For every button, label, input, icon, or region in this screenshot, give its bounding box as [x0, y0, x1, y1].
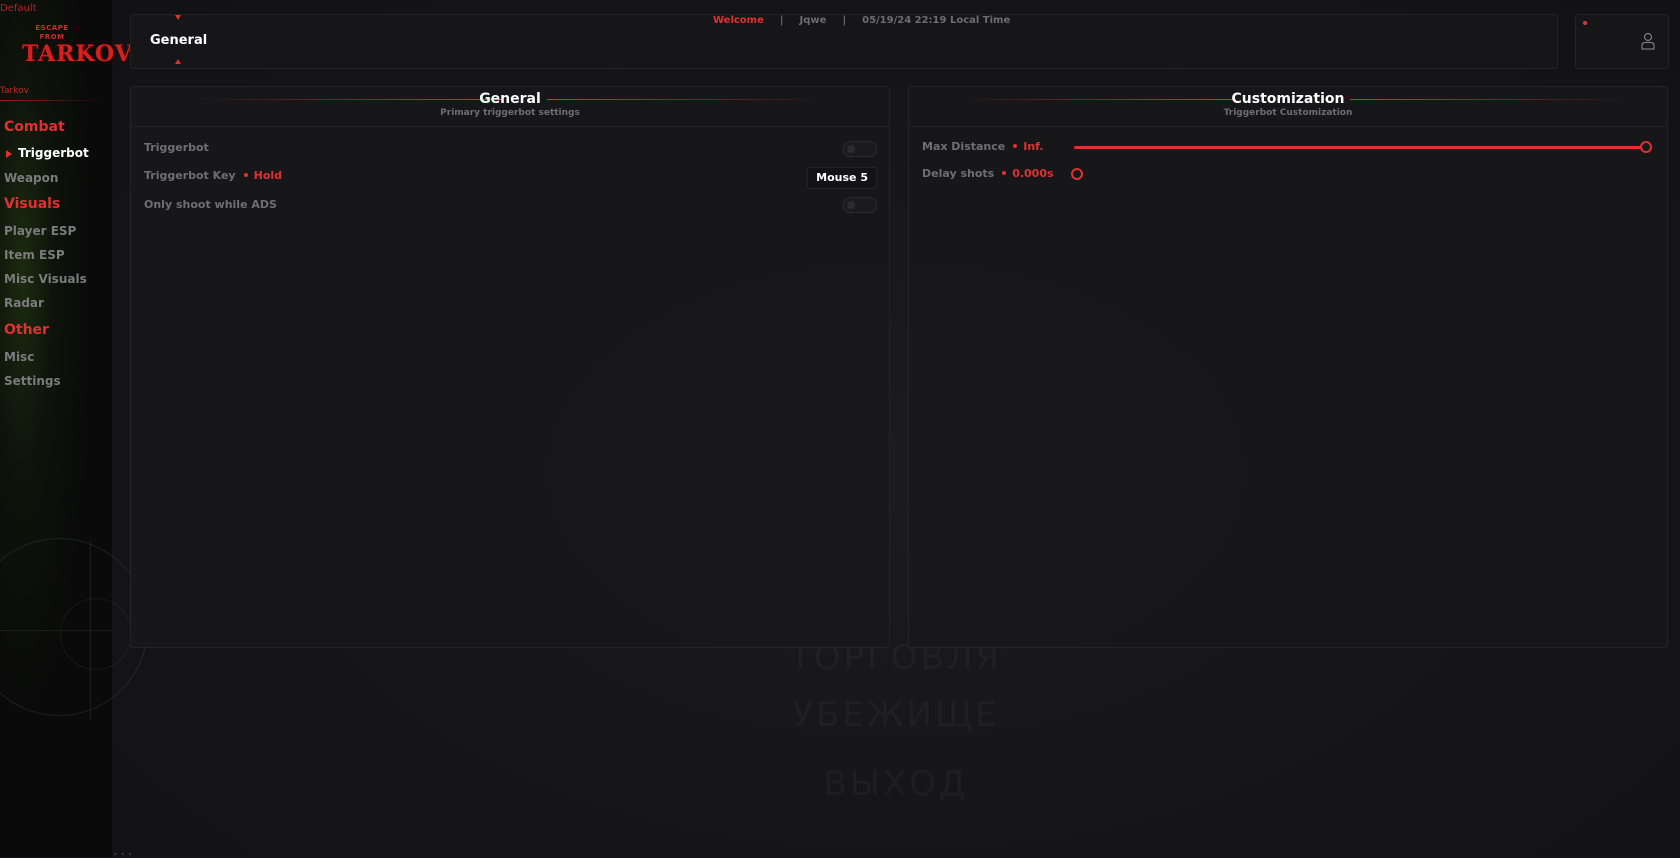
radar-decoration: [0, 630, 112, 631]
profile-label[interactable]: Default: [0, 3, 37, 14]
panel-subtitle: Primary triggerbot settings: [440, 108, 580, 118]
bullet-icon: [1002, 171, 1007, 175]
separator: |: [779, 15, 784, 26]
delay-shots-label: Delay shots 0.000s: [922, 167, 1054, 180]
panel-title: Customization: [1231, 91, 1345, 107]
panel-header: General Primary triggerbot settings: [131, 87, 889, 127]
tab-down-arrow-icon[interactable]: [175, 59, 181, 64]
bg-menu-word: УБЕЖИЩЕ: [112, 695, 1680, 735]
key-label-text: Triggerbot Key: [144, 169, 236, 182]
active-arrow-icon: [6, 150, 12, 158]
top-bar: General Welcome | Jqwe | 05/19/24 22:19 Loca…: [130, 14, 1558, 69]
max-distance-value: Inf.: [1023, 140, 1044, 153]
keybind-button[interactable]: Mouse 5: [807, 167, 877, 189]
sidebar-item-item-esp[interactable]: Item ESP: [4, 248, 65, 262]
delay-shots-value: 0.000s: [1012, 167, 1054, 180]
radar-decoration: [60, 598, 132, 670]
max-distance-slider-handle[interactable]: [1640, 141, 1652, 153]
bullet-icon: [243, 173, 248, 177]
sidebar-divider: [0, 100, 104, 101]
logo-line2: TARKOV: [22, 41, 133, 67]
nav-category-combat: Combat: [4, 119, 65, 135]
panel-header: Customization Triggerbot Customization: [909, 87, 1667, 127]
triggerbot-key-label: Triggerbot Key Hold: [144, 169, 282, 182]
delay-shots-text: Delay shots: [922, 167, 995, 180]
datetime: 05/19/24 22:19 Local Time: [862, 15, 1011, 26]
user-icon[interactable]: [1640, 32, 1656, 50]
bg-menu-word: ВЫХОД: [112, 764, 1680, 804]
triggerbot-toggle[interactable]: [843, 141, 877, 157]
ads-label: Only shoot while ADS: [144, 198, 277, 211]
username: Jqwe: [799, 15, 827, 26]
sidebar-item-weapon[interactable]: Weapon: [4, 171, 58, 185]
sidebar-item-radar[interactable]: Radar: [4, 296, 44, 310]
welcome-label: Welcome: [713, 15, 764, 26]
nav-category-other: Other: [4, 322, 49, 338]
key-mode[interactable]: Hold: [254, 169, 282, 182]
triggerbot-label: Triggerbot: [144, 141, 209, 154]
nav-category-visuals: Visuals: [4, 196, 61, 212]
profile-box: [1575, 14, 1669, 69]
max-distance-text: Max Distance: [922, 140, 1006, 153]
ads-toggle[interactable]: [843, 197, 877, 213]
toggle-knob: [847, 145, 855, 153]
sidebar: Default ESCAPE FROM TARKOV Tarkov Combat…: [0, 0, 148, 857]
sidebar-item-misc[interactable]: Misc: [4, 350, 34, 364]
panel-subtitle: Triggerbot Customization: [1223, 108, 1353, 118]
customization-panel: Customization Triggerbot Customization M…: [908, 86, 1668, 648]
tab-title: General: [150, 33, 208, 48]
delay-shots-slider-handle[interactable]: [1071, 168, 1083, 180]
toggle-knob: [847, 201, 855, 209]
panel-title: General: [479, 91, 541, 107]
max-distance-label: Max Distance Inf.: [922, 140, 1044, 153]
game-label: Tarkov: [0, 86, 29, 96]
logo-line1: ESCAPE FROM: [35, 24, 69, 41]
welcome-row: Welcome | Jqwe | 05/19/24 22:19 Local Time: [713, 15, 1010, 26]
game-logo: ESCAPE FROM TARKOV: [22, 24, 133, 67]
tab-up-arrow-icon[interactable]: [175, 15, 181, 20]
sidebar-item-triggerbot[interactable]: Triggerbot: [18, 146, 89, 160]
separator: |: [842, 15, 847, 26]
bullet-icon: [1013, 144, 1018, 148]
general-panel: General Primary triggerbot settings Trig…: [130, 86, 890, 648]
status-dot: [1583, 21, 1587, 25]
max-distance-slider[interactable]: [1074, 146, 1647, 149]
sidebar-item-settings[interactable]: Settings: [4, 374, 61, 388]
sidebar-item-player-esp[interactable]: Player ESP: [4, 224, 76, 238]
sidebar-item-misc-visuals[interactable]: Misc Visuals: [4, 272, 87, 286]
